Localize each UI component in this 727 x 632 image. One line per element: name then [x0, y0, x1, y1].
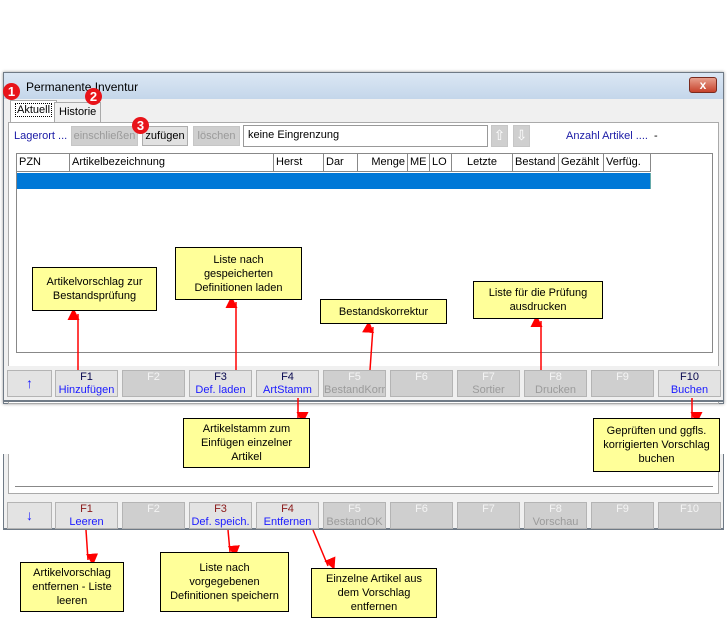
callout-hinzufuegen: Artikelvorschlag zur Bestandsprüfung: [32, 267, 157, 311]
arrow-c7: [85, 529, 99, 566]
arrow-c8: [227, 529, 240, 558]
arrow-c3: [362, 320, 375, 371]
callout-buchen: Geprüften und ggfls. korrigierten Vorsch…: [593, 418, 720, 472]
callout-entfernen: Einzelne Artikel aus dem Vorschlag entfe…: [311, 568, 437, 618]
arrow-c9: [312, 529, 336, 570]
callout-artstamm: Artikelstamm zum Einfügen einzelner Arti…: [183, 418, 310, 468]
callout-leeren: Artikelvorschlag entfernen - Liste leere…: [20, 562, 124, 612]
callout-bestandskorrektur: Bestandskorrektur: [320, 299, 447, 324]
callout-def-laden: Liste nach gespeicherten Definitionen la…: [175, 247, 302, 300]
callout-drucken: Liste für die Prüfung ausdrucken: [473, 281, 603, 319]
callout-def-speichern: Liste nach vorgegebenen Definitionen spe…: [160, 552, 289, 612]
